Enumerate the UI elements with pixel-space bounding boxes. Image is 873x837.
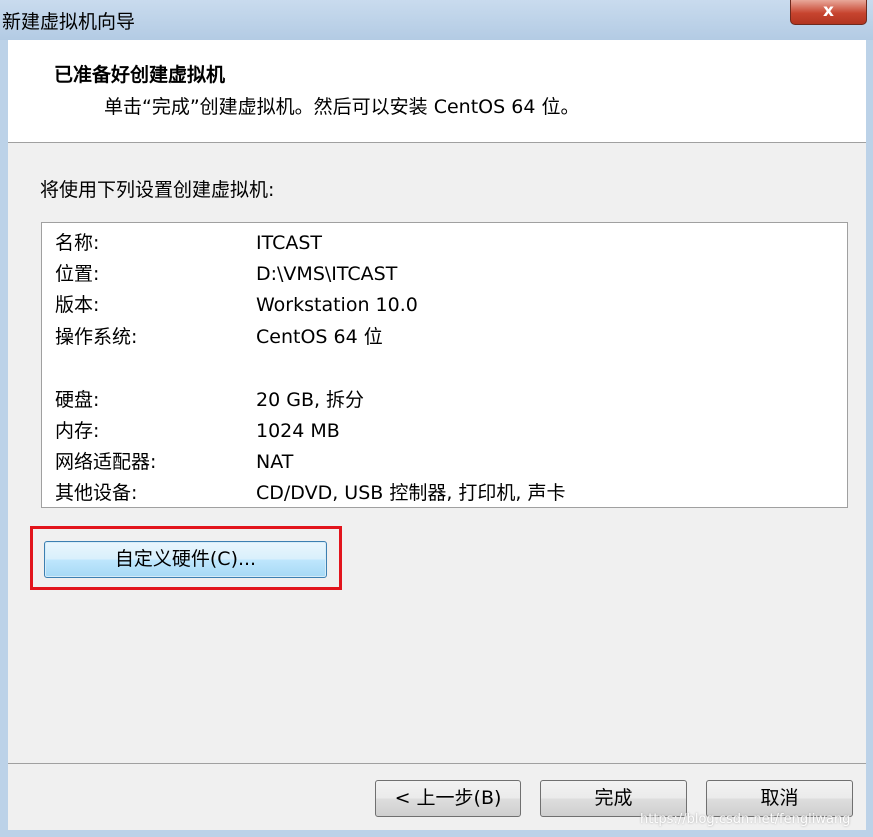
summary-value: D:\VMS\ITCAST: [256, 263, 398, 285]
wizard-body: 将使用下列设置创建虚拟机: 名称: ITCAST 位置: D:\VMS\ITCA…: [8, 143, 866, 763]
title-bar: 新建虚拟机向导 x: [0, 0, 873, 40]
summary-key: 内存:: [55, 420, 100, 442]
summary-key: 操作系统:: [55, 326, 138, 348]
summary-value: 20 GB, 拆分: [256, 389, 365, 411]
back-button[interactable]: < 上一步(B): [375, 780, 521, 817]
summary-key: 网络适配器:: [55, 451, 157, 473]
close-icon: x: [823, 1, 834, 21]
window-frame-left: [0, 40, 8, 837]
summary-value: CentOS 64 位: [256, 326, 383, 348]
page-title: 已准备好创建虚拟机: [54, 64, 226, 86]
watermark-text: https://blog.csdn.net/fengliwang: [640, 812, 851, 827]
window-frame-right: [866, 40, 873, 837]
summary-key: 版本:: [55, 294, 100, 316]
summary-key: 其他设备:: [55, 482, 138, 504]
summary-value: Workstation 10.0: [256, 294, 418, 316]
page-subtitle: 单击“完成”创建虚拟机。然后可以安装 CentOS 64 位。: [104, 96, 580, 118]
wizard-header: 已准备好创建虚拟机 单击“完成”创建虚拟机。然后可以安装 CentOS 64 位…: [8, 40, 866, 143]
summary-value: 1024 MB: [256, 420, 340, 442]
settings-summary-box: 名称: ITCAST 位置: D:\VMS\ITCAST 版本: Worksta…: [41, 222, 848, 508]
summary-value: ITCAST: [256, 232, 323, 254]
summary-key: 硬盘:: [55, 389, 100, 411]
summary-value: CD/DVD, USB 控制器, 打印机, 声卡: [256, 482, 566, 504]
summary-key: 位置:: [55, 263, 100, 285]
customize-hardware-button[interactable]: 自定义硬件(C)...: [44, 541, 327, 578]
summary-key: 名称:: [55, 232, 100, 254]
summary-value: NAT: [256, 451, 294, 473]
settings-intro-label: 将使用下列设置创建虚拟机:: [40, 179, 275, 201]
window-frame-bottom: [0, 830, 873, 837]
window-title: 新建虚拟机向导: [2, 11, 136, 33]
close-button[interactable]: x: [790, 0, 867, 25]
